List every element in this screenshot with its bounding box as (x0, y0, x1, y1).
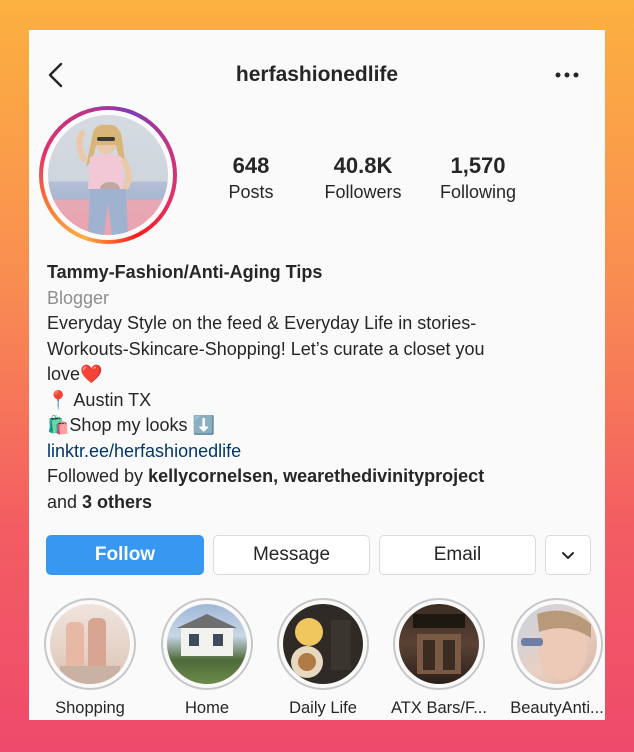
highlight-beauty[interactable]: BeautyAnti... (509, 598, 605, 718)
stat-posts[interactable]: 648 Posts (218, 153, 284, 203)
highlight-label: ATX Bars/F... (391, 699, 487, 717)
highlight-cover (50, 604, 130, 684)
stat-following-value: 1,570 (450, 153, 506, 178)
down-arrow-emoji: ⬇️ (192, 415, 215, 435)
highlight-label: BeautyAnti... (510, 699, 604, 717)
highlight-label: Daily Life (289, 699, 357, 717)
stat-posts-value: 648 (232, 153, 270, 178)
follow-button[interactable]: Follow (46, 535, 204, 575)
followed-by-others[interactable]: 3 others (82, 492, 152, 512)
chevron-down-icon (561, 544, 575, 566)
stat-following[interactable]: 1,570 Following (432, 153, 524, 203)
highlight-cover (283, 604, 363, 684)
more-horizontal-icon[interactable] (555, 66, 579, 78)
highlight-atx-bars[interactable]: ATX Bars/F... (391, 598, 487, 718)
profile-category: Blogger (47, 287, 110, 308)
profile-bio: Tammy-Fashion/Anti-Aging Tips Blogger Ev… (47, 260, 587, 515)
profile-avatar[interactable] (39, 106, 177, 244)
highlight-shopping[interactable]: Shopping (42, 598, 138, 718)
highlight-cover (517, 604, 597, 684)
highlight-label: Shopping (55, 699, 125, 717)
stat-followers-value: 40.8K (333, 153, 393, 178)
bio-location: Austin TX (69, 389, 152, 410)
email-button[interactable]: Email (379, 535, 536, 575)
followed-by-prefix: Followed by (47, 466, 149, 486)
followed-by-and: and (47, 491, 83, 512)
bio-line: Workouts-Skincare-Shopping! Let’s curate… (47, 338, 485, 359)
highlight-label: Home (184, 699, 229, 717)
highlight-daily-life[interactable]: Daily Life (275, 598, 371, 718)
profile-card: herfashionedlife 648 Posts 40.8K Followe… (29, 30, 605, 720)
stat-followers[interactable]: 40.8K Followers (315, 153, 411, 203)
bio-line: love (47, 364, 81, 384)
bio-link[interactable]: linktr.ee/herfashionedlife (47, 439, 587, 465)
highlight-cover (167, 604, 247, 684)
stat-followers-label: Followers (324, 182, 402, 202)
pin-emoji: 📍 (47, 389, 70, 410)
shopping-bags-emoji: 🛍️ (47, 415, 70, 435)
profile-display-name: Tammy-Fashion/Anti-Aging Tips (47, 262, 323, 282)
highlight-home[interactable]: Home (159, 598, 255, 718)
bio-line: Everyday Style on the feed & Everyday Li… (47, 313, 477, 333)
profile-username: herfashionedlife (235, 63, 399, 86)
heart-emoji: ❤️ (80, 364, 103, 384)
stat-following-label: Following (439, 182, 517, 202)
message-button[interactable]: Message (213, 535, 370, 575)
bio-shop-text: Shop my looks (69, 415, 193, 435)
suggested-accounts-button[interactable] (545, 535, 591, 575)
followed-by-names[interactable]: kellycornelsen, wearethedivinityproject (148, 466, 484, 486)
stat-posts-label: Posts (228, 182, 274, 202)
avatar-photo (48, 115, 168, 235)
highlight-cover (399, 604, 479, 684)
